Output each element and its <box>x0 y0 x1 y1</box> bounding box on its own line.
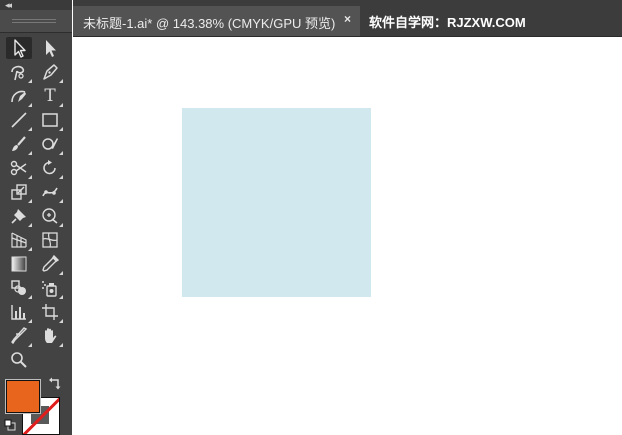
panel-collapse-bar[interactable]: ◂◂ <box>0 0 72 10</box>
blend-tool-icon[interactable] <box>6 277 32 299</box>
paintbrush-tool-icon[interactable] <box>6 133 32 155</box>
document-tab-watermark[interactable]: 软件自学网：RJZXW.COM <box>369 12 526 31</box>
type-tool-glyph: T <box>44 86 56 106</box>
shape-builder-tool-icon[interactable] <box>37 205 63 227</box>
collapse-icon[interactable]: ◂◂ <box>5 0 12 10</box>
gradient-tool-icon[interactable] <box>6 253 32 275</box>
symbol-sprayer-tool-icon[interactable] <box>37 277 63 299</box>
perspective-grid-tool-icon[interactable] <box>6 229 32 251</box>
swap-fill-stroke-icon[interactable] <box>48 377 62 391</box>
panel-grip[interactable] <box>0 10 72 33</box>
document-tab-active[interactable]: 未标题-1.ai* @ 143.38% (CMYK/GPU 预览) × <box>73 6 360 36</box>
document-tab-title: 未标题-1.ai* @ 143.38% (CMYK/GPU 预览) <box>83 16 336 31</box>
type-tool-icon[interactable]: T <box>37 85 63 107</box>
magic-wand-tool-icon[interactable] <box>6 61 32 83</box>
line-segment-tool-icon[interactable] <box>6 109 32 131</box>
slice-tool-icon[interactable] <box>6 325 32 347</box>
rectangle-tool-icon[interactable] <box>37 109 63 131</box>
selection-tool-icon[interactable] <box>6 37 32 59</box>
curvature-tool-icon[interactable] <box>6 85 32 107</box>
scissors-tool-icon[interactable] <box>6 157 32 179</box>
column-graph-tool-icon[interactable] <box>6 301 32 323</box>
default-fill-stroke-icon[interactable] <box>4 419 16 431</box>
close-tab-icon[interactable]: × <box>344 12 351 26</box>
pen-tool-icon[interactable] <box>37 61 63 83</box>
direct-selection-tool-icon[interactable] <box>37 37 63 59</box>
mesh-tool-icon[interactable] <box>37 229 63 251</box>
fill-color-swatch[interactable] <box>5 379 41 414</box>
artboard-canvas[interactable] <box>73 37 622 435</box>
puppet-warp-tool-icon[interactable] <box>37 181 63 203</box>
document-tab-bar: 未标题-1.ai* @ 143.38% (CMYK/GPU 预览) × 软件自学… <box>73 0 622 37</box>
pin-tool-icon[interactable] <box>6 205 32 227</box>
shaper-tool-icon[interactable] <box>37 133 63 155</box>
tools-panel: ◂◂ T <box>0 0 72 435</box>
artboard-tool-icon[interactable] <box>37 301 63 323</box>
light-blue-rectangle[interactable] <box>182 108 371 297</box>
eyedropper-tool-icon[interactable] <box>37 253 63 275</box>
zoom-tool-icon[interactable] <box>6 349 32 371</box>
scale-tool-icon[interactable] <box>6 181 32 203</box>
rotate-tool-icon[interactable] <box>37 157 63 179</box>
hand-tool-icon[interactable] <box>37 325 63 347</box>
